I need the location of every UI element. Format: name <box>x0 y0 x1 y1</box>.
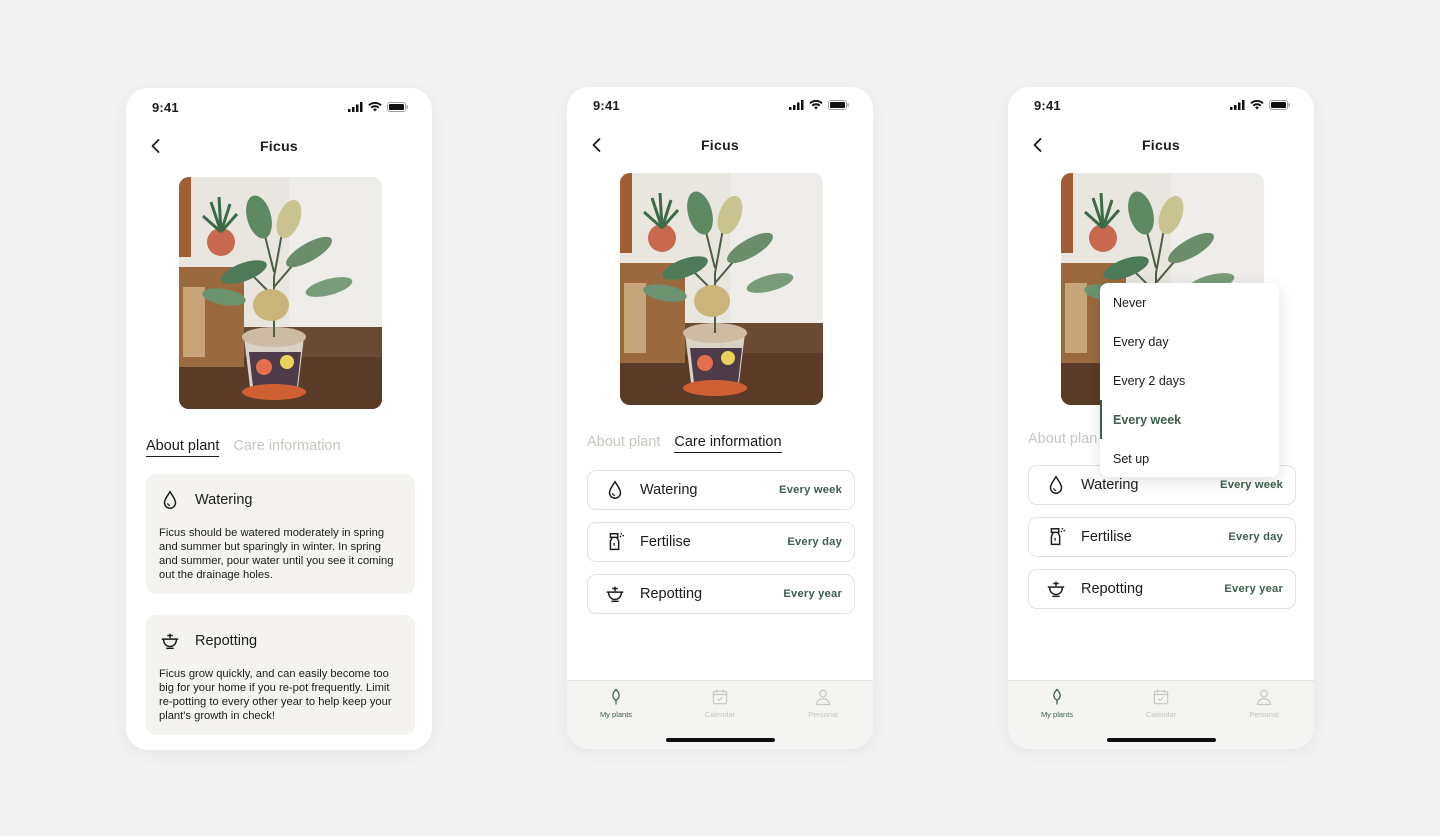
care-row-repotting[interactable]: Repotting Every year <box>1028 569 1296 609</box>
tab-bar: About plant Care information <box>587 434 782 453</box>
pot-icon <box>1045 578 1067 600</box>
calendar-icon <box>710 687 730 707</box>
nav-label: My plants <box>1040 710 1074 719</box>
person-icon <box>813 687 833 707</box>
tab-about-plant[interactable]: About plan <box>1028 431 1097 449</box>
dropdown-option[interactable]: Set up <box>1100 439 1279 477</box>
care-label: Watering <box>1081 477 1139 493</box>
care-label: Fertilise <box>640 534 691 550</box>
battery-icon <box>387 102 408 112</box>
repotting-card-body: Ficus grow quickly, and can easily becom… <box>159 668 392 722</box>
status-bar: 9:41 <box>567 87 873 127</box>
dropdown-option[interactable]: Every 2 days <box>1100 361 1279 400</box>
home-indicator <box>666 738 775 742</box>
care-frequency[interactable]: Every day <box>1228 531 1283 543</box>
status-bar: 9:41 <box>126 88 432 128</box>
status-time: 9:41 <box>1034 98 1061 113</box>
signal-icon <box>348 102 363 112</box>
dropdown-option[interactable]: Every day <box>1100 322 1279 361</box>
leaf-icon <box>1047 687 1067 707</box>
care-row-fertilise[interactable]: Fertilise Every day <box>587 522 855 562</box>
spray-bottle-icon <box>604 531 626 553</box>
calendar-icon <box>1151 687 1171 707</box>
care-label: Repotting <box>640 586 703 602</box>
plant-photo <box>179 177 382 409</box>
nav-label: Calendar <box>1145 710 1177 719</box>
care-frequency[interactable]: Every year <box>783 588 842 600</box>
status-bar: 9:41 <box>1008 87 1314 127</box>
pot-icon <box>604 583 626 605</box>
signal-icon <box>1230 100 1245 110</box>
watering-card: Watering Ficus should be watered moderat… <box>146 474 415 594</box>
nav-my-plants[interactable]: My plants <box>576 687 656 719</box>
page-title: Ficus <box>1141 137 1181 153</box>
watering-card-body: Ficus should be watered moderately in sp… <box>159 527 394 581</box>
pot-icon <box>159 630 181 652</box>
wifi-icon <box>1250 100 1264 110</box>
care-label: Fertilise <box>1081 529 1132 545</box>
nav-label: Calendar <box>704 710 736 719</box>
nav-calendar[interactable]: Calendar <box>680 687 760 719</box>
phone-screen-about: 9:41 Ficus About plant Care information … <box>126 88 432 750</box>
watering-card-title: Watering <box>195 492 253 508</box>
tab-care-information[interactable]: Care information <box>233 438 340 457</box>
page-title: Ficus <box>700 137 740 153</box>
status-time: 9:41 <box>593 98 620 113</box>
status-time: 9:41 <box>152 100 179 115</box>
tab-about-plant[interactable]: About plant <box>587 434 660 453</box>
nav-label: Personal <box>1249 710 1279 719</box>
tab-care-information[interactable]: Care information <box>674 434 782 453</box>
care-frequency[interactable]: Every week <box>1220 479 1283 491</box>
page-title: Ficus <box>259 138 299 154</box>
care-row-watering[interactable]: Watering Every week <box>587 470 855 510</box>
phone-screen-care: 9:41 Ficus About plant Care information … <box>567 87 873 749</box>
repotting-card-title: Repotting <box>195 633 258 649</box>
spray-bottle-icon <box>1045 526 1067 548</box>
tab-bar: About plant Care information <box>146 438 341 457</box>
tab-about-plant[interactable]: About plant <box>146 438 220 457</box>
home-indicator <box>1107 738 1216 742</box>
water-drop-icon <box>604 479 626 501</box>
care-label: Watering <box>640 482 698 498</box>
bottom-nav: My plants Calendar Personal <box>567 680 873 749</box>
plant-photo <box>620 173 823 405</box>
care-frequency[interactable]: Every day <box>787 536 842 548</box>
battery-icon <box>1269 100 1290 110</box>
nav-calendar[interactable]: Calendar <box>1121 687 1201 719</box>
nav-personal[interactable]: Personal <box>1224 687 1304 719</box>
nav-my-plants[interactable]: My plants <box>1017 687 1097 719</box>
water-drop-icon <box>1045 474 1067 496</box>
person-icon <box>1254 687 1274 707</box>
battery-icon <box>828 100 849 110</box>
wifi-icon <box>368 102 382 112</box>
nav-personal[interactable]: Personal <box>783 687 863 719</box>
dropdown-option[interactable]: Never <box>1100 283 1279 322</box>
care-label: Repotting <box>1081 581 1144 597</box>
wifi-icon <box>809 100 823 110</box>
signal-icon <box>789 100 804 110</box>
care-row-fertilise[interactable]: Fertilise Every day <box>1028 517 1296 557</box>
care-frequency[interactable]: Every year <box>1224 583 1283 595</box>
frequency-dropdown: Never Every day Every 2 days Every week … <box>1100 283 1279 477</box>
care-frequency[interactable]: Every week <box>779 484 842 496</box>
nav-label: My plants <box>599 710 633 719</box>
water-drop-icon <box>159 489 181 511</box>
tab-bar: About plan <box>1028 431 1097 449</box>
repotting-card: Repotting Ficus grow quickly, and can ea… <box>146 615 415 735</box>
dropdown-option-selected[interactable]: Every week <box>1100 400 1279 439</box>
nav-label: Personal <box>808 710 838 719</box>
phone-screen-care-dropdown: 9:41 Ficus About plan Watering Every wee… <box>1008 87 1314 749</box>
care-row-repotting[interactable]: Repotting Every year <box>587 574 855 614</box>
bottom-nav: My plants Calendar Personal <box>1008 680 1314 749</box>
leaf-icon <box>606 687 626 707</box>
